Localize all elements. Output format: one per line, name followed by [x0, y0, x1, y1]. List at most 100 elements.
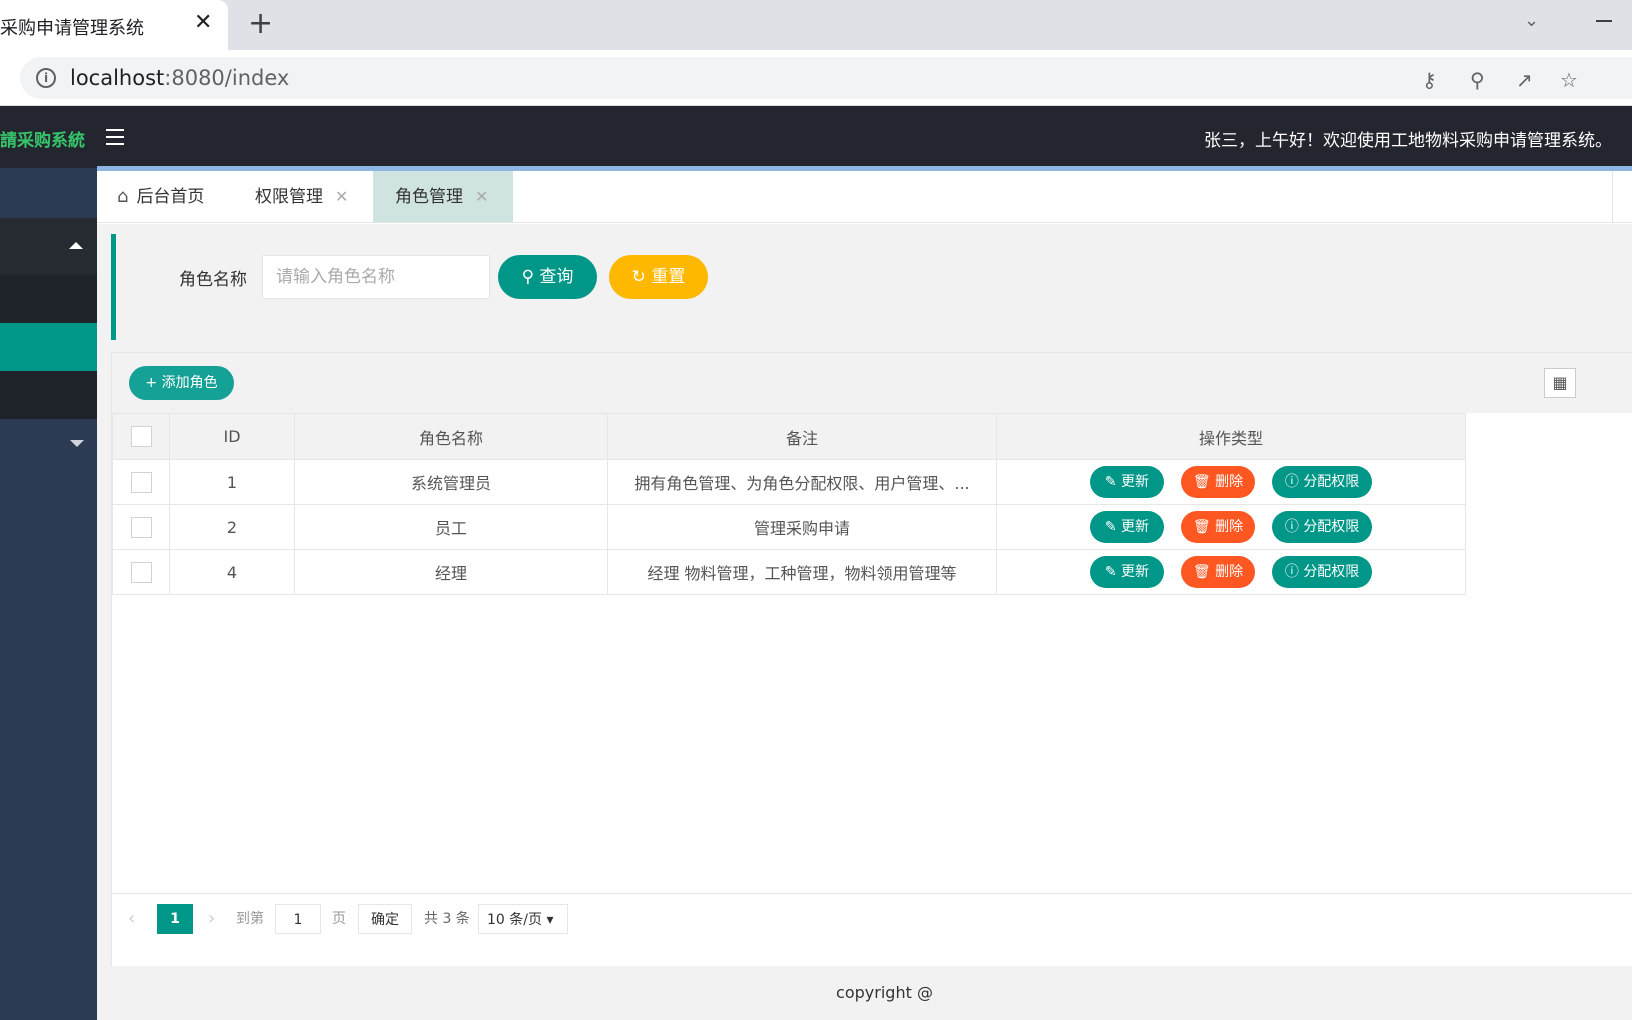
delete-button[interactable]: 🗑 删除: [1181, 466, 1255, 498]
app-header: 請采购系統 张三，上午好！欢迎使用工地物料采购申请管理系统。: [0, 106, 1632, 168]
delete-label: 删除: [1215, 474, 1244, 490]
col-role-name: 角色名称: [294, 413, 608, 460]
query-button[interactable]: ⚲ 查询: [498, 255, 597, 299]
sidebar-group-permission[interactable]: [0, 218, 97, 275]
reset-label: 重置: [651, 267, 686, 287]
caret-up-icon: [69, 242, 83, 249]
cell-note: 管理采购申请: [607, 504, 997, 550]
url-input[interactable]: i localhost:8080/index ⚷ ⚲ ↗ ☆: [20, 57, 1632, 99]
row-checkbox[interactable]: [130, 561, 152, 583]
chevron-down-icon[interactable]: ⌄: [1524, 10, 1539, 31]
delete-button[interactable]: 🗑 删除: [1181, 556, 1255, 588]
tab-role[interactable]: 角色管理 ✕: [373, 171, 513, 222]
new-tab-icon[interactable]: +: [248, 6, 273, 41]
next-page-icon[interactable]: ›: [208, 904, 215, 934]
tab-home[interactable]: ⌂ 后台首页: [117, 171, 204, 222]
cell-id: 1: [169, 459, 295, 505]
query-label: 查询: [539, 267, 574, 287]
search-label: 角色名称: [179, 270, 247, 290]
close-icon[interactable]: ✕: [335, 187, 348, 206]
col-id: ID: [169, 413, 295, 460]
main-content: 角色名称 ⚲ 查询 ↻ 重置 + 添加角色 ▦ ID 角色名称 备注 操作类型: [97, 224, 1632, 1020]
edit-button[interactable]: ✎ 更新: [1089, 466, 1164, 498]
assign-label: 分配权限: [1303, 474, 1360, 490]
cell-note: 拥有角色管理、为角色分配权限、用户管理、...: [607, 459, 997, 505]
col-note: 备注: [607, 413, 997, 460]
edit-label: 更新: [1121, 519, 1149, 535]
close-icon[interactable]: ✕: [475, 187, 488, 206]
info-icon[interactable]: i: [36, 68, 56, 88]
tab-permission[interactable]: 权限管理 ✕: [255, 171, 348, 222]
welcome-text: 张三，上午好！欢迎使用工地物料采购申请管理系统。: [1204, 131, 1612, 151]
search-icon: ⚲: [521, 267, 535, 287]
table-row: 4 经理 经理 物料管理，工种管理，物料领用管理等 ✎ 更新 🗑 删除 ⓘ 分配…: [112, 549, 1466, 595]
role-name-input[interactable]: [262, 255, 490, 299]
caret-down-icon[interactable]: [70, 440, 84, 447]
goto-page-input[interactable]: 1: [275, 904, 321, 934]
cell-note: 经理 物料管理，工种管理，物料领用管理等: [607, 549, 997, 595]
goto-confirm-button[interactable]: 确定: [358, 904, 412, 934]
plus-icon: +: [145, 375, 158, 391]
edit-button[interactable]: ✎ 更新: [1089, 511, 1164, 543]
delete-label: 删除: [1215, 519, 1244, 535]
columns-filter-icon[interactable]: ▦: [1544, 368, 1576, 398]
row-checkbox[interactable]: [130, 516, 152, 538]
browser-tabbar: 采购申请管理系统 ✕ + ⌄: [0, 0, 1632, 50]
close-icon[interactable]: ✕: [194, 10, 212, 35]
page-size-value: 10 条/页: [487, 912, 542, 928]
row-select-cell: [112, 459, 170, 505]
minimize-icon[interactable]: [1596, 20, 1612, 22]
add-role-label: 添加角色: [161, 375, 218, 391]
url-path: :8080/index: [164, 66, 290, 90]
table-card: + 添加角色 ▦ ID 角色名称 备注 操作类型 1 系统管理员 拥有角色管理、…: [111, 352, 1632, 1020]
current-page[interactable]: 1: [157, 904, 193, 934]
chevron-down-icon: ▾: [546, 912, 554, 928]
browser-tab-title: 采购申请管理系统: [0, 18, 144, 39]
refresh-icon: ↻: [631, 267, 646, 287]
prev-page-icon[interactable]: ‹: [128, 904, 135, 934]
cell-actions: ✎ 更新 🗑 删除 ⓘ 分配权限: [996, 504, 1466, 550]
cell-role-name: 员工: [294, 504, 608, 550]
col-actions: 操作类型: [996, 413, 1466, 460]
row-select-cell: [112, 549, 170, 595]
edit-button[interactable]: ✎ 更新: [1089, 556, 1164, 588]
cell-role-name: 系统管理员: [294, 459, 608, 505]
key-icon[interactable]: ⚷: [1422, 68, 1437, 92]
url-text[interactable]: localhost:8080/index: [70, 66, 289, 90]
browser-tab[interactable]: 采购申请管理系统 ✕: [0, 0, 228, 50]
table-header-row: ID 角色名称 备注 操作类型: [112, 413, 1466, 460]
table-toolbar: + 添加角色 ▦: [112, 353, 1632, 413]
cell-actions: ✎ 更新 🗑 删除 ⓘ 分配权限: [996, 549, 1466, 595]
edit-label: 更新: [1121, 474, 1149, 490]
menu-toggle-icon[interactable]: [106, 129, 124, 145]
sidebar-item-3[interactable]: [0, 371, 97, 419]
select-all-checkbox[interactable]: [130, 426, 152, 447]
page-tabs: ⌂ 后台首页 权限管理 ✕ 角色管理 ✕: [97, 171, 1632, 223]
tab-label: 角色管理: [395, 187, 463, 207]
assign-permission-button[interactable]: ⓘ 分配权限: [1272, 511, 1373, 543]
table-row: 2 员工 管理采购申请 ✎ 更新 🗑 删除 ⓘ 分配权限: [112, 504, 1466, 550]
edit-label: 更新: [1121, 564, 1149, 580]
zoom-out-icon[interactable]: ⚲: [1470, 68, 1485, 92]
row-checkbox[interactable]: [130, 471, 152, 493]
cell-role-name: 经理: [294, 549, 608, 595]
add-role-button[interactable]: + 添加角色: [129, 366, 234, 400]
assign-permission-button[interactable]: ⓘ 分配权限: [1272, 466, 1373, 498]
delete-button[interactable]: 🗑 删除: [1181, 511, 1255, 543]
tab-scroll-right[interactable]: [1612, 171, 1632, 222]
sidebar-item-1[interactable]: [0, 275, 97, 323]
sidebar-item-active[interactable]: [0, 323, 97, 371]
star-icon[interactable]: ☆: [1560, 68, 1578, 92]
table-row: 1 系统管理员 拥有角色管理、为角色分配权限、用户管理、... ✎ 更新 🗑 删…: [112, 459, 1466, 505]
page-unit-label: 页: [332, 911, 346, 927]
url-host: localhost: [70, 66, 165, 90]
assign-permission-button[interactable]: ⓘ 分配权限: [1272, 556, 1373, 588]
delete-label: 删除: [1215, 564, 1244, 580]
page-size-select[interactable]: 10 条/页 ▾: [478, 904, 568, 934]
cell-actions: ✎ 更新 🗑 删除 ⓘ 分配权限: [996, 459, 1466, 505]
reset-button[interactable]: ↻ 重置: [609, 255, 708, 299]
footer: copyright @: [97, 966, 1632, 1020]
assign-label: 分配权限: [1303, 519, 1360, 535]
row-select-cell: [112, 504, 170, 550]
share-icon[interactable]: ↗: [1516, 68, 1533, 92]
